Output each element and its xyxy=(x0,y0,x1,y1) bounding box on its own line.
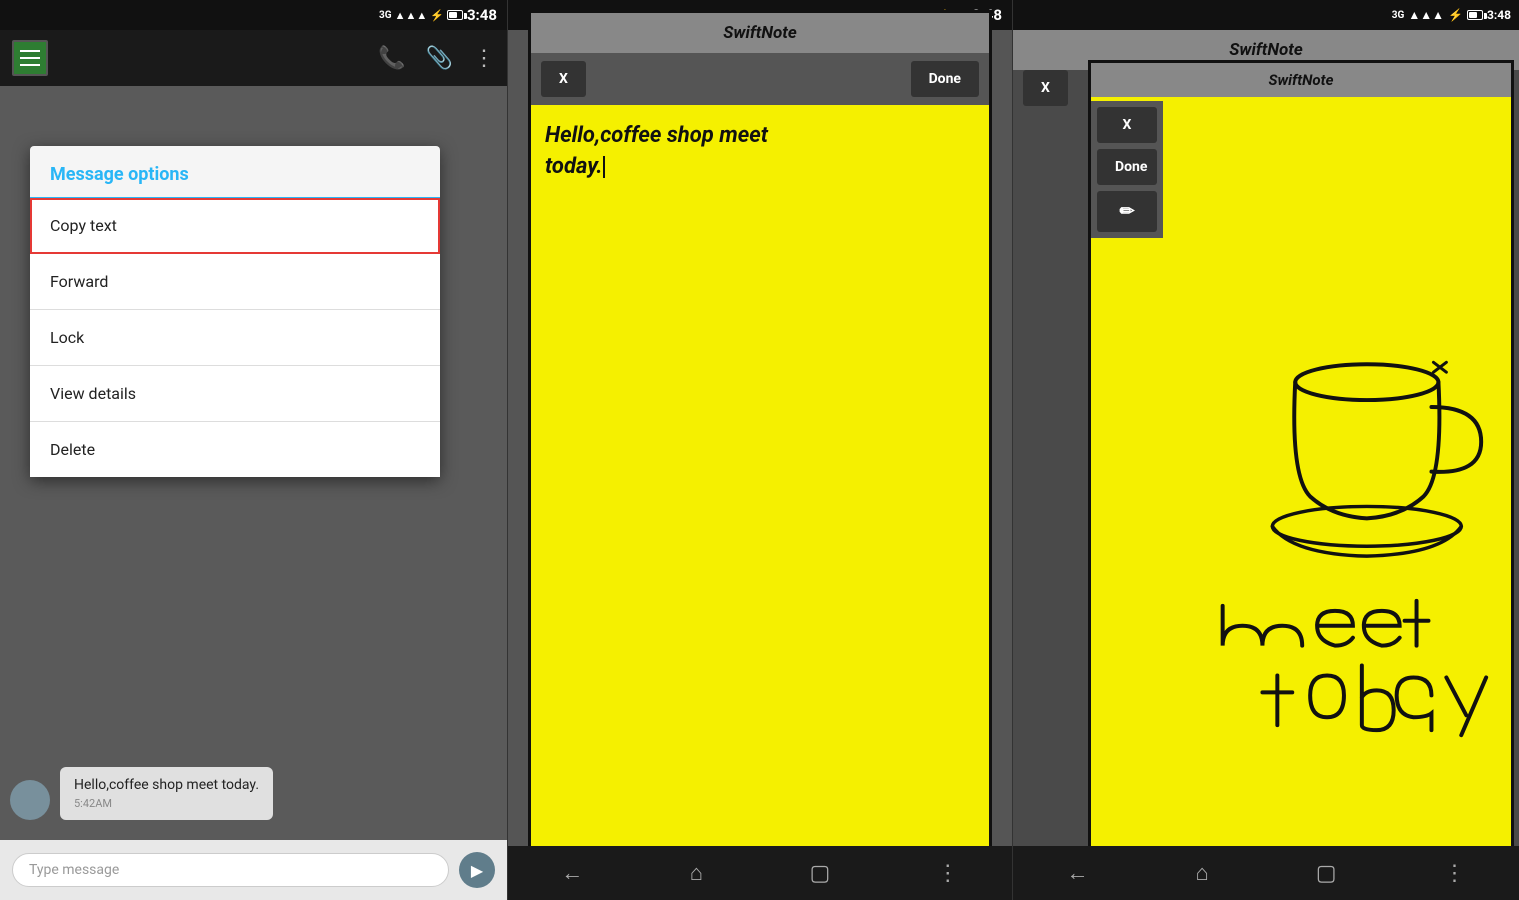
inner-done-btn-3[interactable]: Done xyxy=(1097,149,1157,185)
panel-messaging: 3G ▲▲▲ ⚡ 3:48 📞 📎 ⋮ Message options Copy… xyxy=(0,0,507,900)
swiftnote-toolbar-2: X Done xyxy=(531,53,989,105)
status-bar-3: 3G ▲▲▲ ⚡ 3:48 xyxy=(1013,0,1519,30)
back-button-3[interactable]: ← xyxy=(1066,860,1088,886)
lightning-icon-1: ⚡ xyxy=(430,9,444,22)
status-icons-1: 3G ▲▲▲ ⚡ xyxy=(379,9,463,22)
more-icon-3[interactable]: ⋮ xyxy=(1443,861,1465,886)
signal-bars-3: ▲▲▲ xyxy=(1408,8,1444,22)
swiftnote-x-button-2[interactable]: X xyxy=(541,61,586,97)
swiftnote-title-2: SwiftNote xyxy=(531,13,989,53)
swiftnote-inner-title-3: SwiftNote xyxy=(1091,63,1511,97)
x-btn-outer-3[interactable]: X xyxy=(1023,70,1068,106)
send-button[interactable]: ▶ xyxy=(459,852,495,888)
phone-icon[interactable]: 📞 xyxy=(378,46,405,71)
nav-bar-2: ← ⌂ ▢ ⋮ xyxy=(508,846,1012,900)
avatar xyxy=(10,780,50,820)
time-1: 3:48 xyxy=(467,6,497,24)
context-menu-title: Message options xyxy=(30,146,440,198)
lightning-icon-3: ⚡ xyxy=(1448,8,1463,22)
msg-bubble: Hello,coffee shop meet today. 5:42AM xyxy=(60,767,273,820)
swiftnote-inner-window: SwiftNote X Done ✏ xyxy=(1088,60,1514,895)
hamburger-line xyxy=(20,50,40,52)
inner-pencil-btn-3[interactable]: ✏ xyxy=(1097,191,1157,232)
home-button-3[interactable]: ⌂ xyxy=(1195,860,1208,886)
swiftnote-content-2[interactable]: Hello,coffee shop meettoday. xyxy=(531,105,989,897)
signal-3g-3: 3G xyxy=(1392,10,1405,21)
menu-item-view-details[interactable]: View details xyxy=(30,366,440,422)
hamburger-line xyxy=(20,57,40,59)
more-icon-1[interactable]: ⋮ xyxy=(473,46,495,71)
message-area: Message options Copy text Forward Lock V… xyxy=(0,86,507,840)
swiftnote-text-window: SwiftNote X Done Hello,coffee shop meett… xyxy=(528,10,992,900)
menu-item-forward[interactable]: Forward xyxy=(30,254,440,310)
panel-swiftnote-text: 3G ▲▲▲ ⚡ 3:48 SwiftNote X Done Hello,cof… xyxy=(507,0,1013,900)
text-cursor xyxy=(603,156,605,178)
inner-toolbar-3: X Done ✏ xyxy=(1091,101,1163,238)
menu-item-copy-text[interactable]: Copy text xyxy=(30,198,440,254)
swiftnote-done-button-2[interactable]: Done xyxy=(911,61,979,97)
signal-3g-1: 3G xyxy=(379,10,392,21)
panel-swiftnote-draw: 3G ▲▲▲ ⚡ 3:48 SwiftNote X SwiftNote X Do… xyxy=(1013,0,1519,900)
message-bubble: Hello,coffee shop meet today. 5:42AM xyxy=(60,767,273,820)
more-icon-2[interactable]: ⋮ xyxy=(937,861,959,886)
swiftnote-x-outer-3[interactable]: X xyxy=(1023,70,1068,106)
input-bar: Type message ▶ xyxy=(0,840,507,900)
signal-bars-1: ▲▲▲ xyxy=(395,9,428,22)
back-button-2[interactable]: ← xyxy=(561,860,583,886)
swiftnote-note-text: Hello,coffee shop meettoday. xyxy=(545,121,975,183)
clip-icon[interactable]: 📎 xyxy=(426,46,453,71)
android-topbar-1: 📞 📎 ⋮ xyxy=(0,30,507,86)
hamburger-line xyxy=(20,64,40,66)
menu-item-delete[interactable]: Delete xyxy=(30,422,440,477)
drawing-svg xyxy=(1163,101,1511,892)
inner-x-btn-3[interactable]: X xyxy=(1097,107,1157,143)
recent-button-2[interactable]: ▢ xyxy=(809,861,830,886)
msg-time: 5:42AM xyxy=(74,797,259,810)
battery-icon-3 xyxy=(1467,10,1483,20)
home-button-2[interactable]: ⌂ xyxy=(690,860,703,886)
hamburger-icon[interactable] xyxy=(12,40,48,76)
battery-icon-1 xyxy=(447,10,463,20)
message-bubble-area: Hello,coffee shop meet today. 5:42AM xyxy=(10,767,273,820)
drawing-canvas[interactable] xyxy=(1163,101,1511,892)
nav-bar-3: ← ⌂ ▢ ⋮ xyxy=(1013,846,1519,900)
msg-text: Hello,coffee shop meet today. xyxy=(74,777,259,793)
swiftnote-title-outer-3: SwiftNote xyxy=(1229,40,1303,60)
message-input[interactable]: Type message xyxy=(12,853,449,887)
status-bar-1: 3G ▲▲▲ ⚡ 3:48 xyxy=(0,0,507,30)
time-3: 3:48 xyxy=(1487,8,1511,22)
menu-item-lock[interactable]: Lock xyxy=(30,310,440,366)
recent-button-3[interactable]: ▢ xyxy=(1316,861,1337,886)
context-menu: Message options Copy text Forward Lock V… xyxy=(30,146,440,477)
